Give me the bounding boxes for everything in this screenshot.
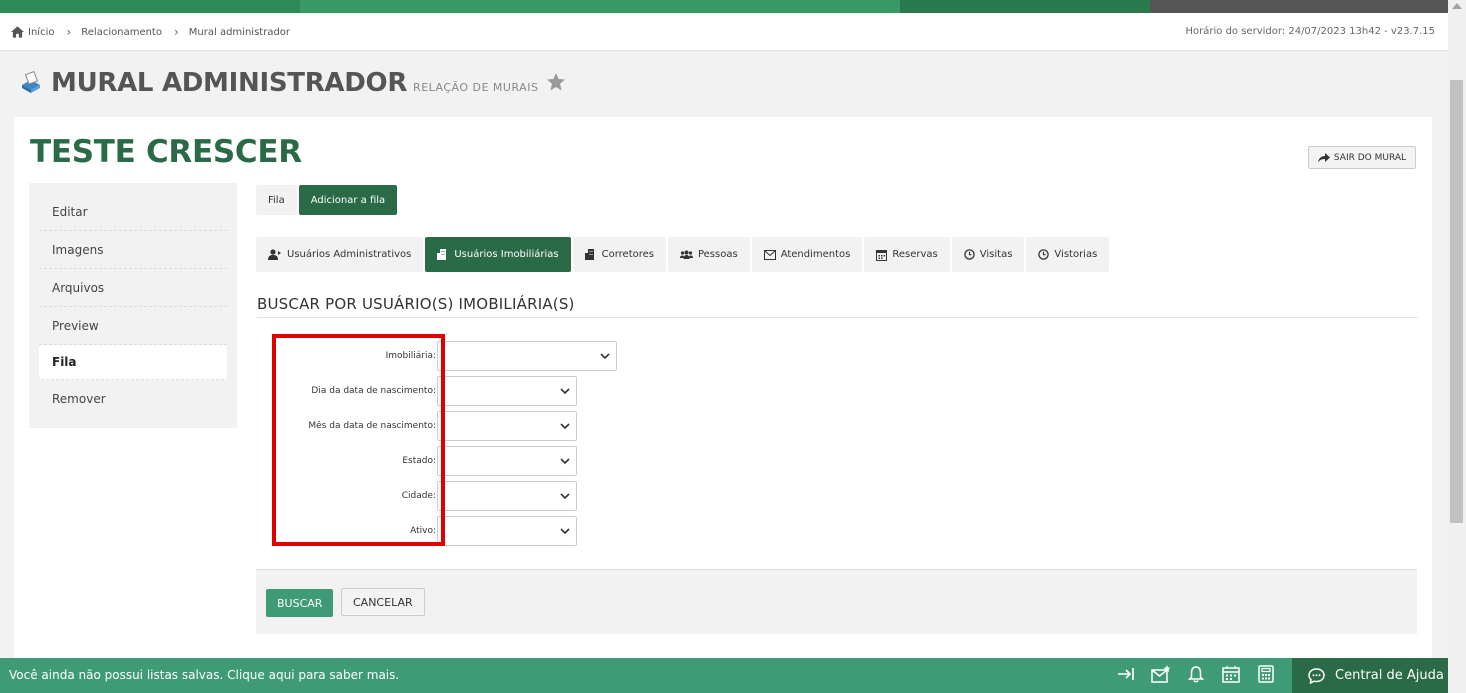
saved-lists-message[interactable]: Você ainda não possui listas salvas. Cli… [9,668,399,682]
queue-subtabs: Fila Adicionar a fila [256,185,399,215]
chevron-down-icon [560,493,570,500]
dia-nascimento-select[interactable] [437,376,577,406]
cidade-select[interactable] [437,481,577,511]
help-center-label: Central de Ajuda [1335,668,1444,683]
user-arrow-icon [268,249,281,260]
exit-mural-label: SAIR DO MURAL [1333,152,1406,163]
tab-label: Vistorias [1054,249,1098,260]
clock-icon [964,249,975,260]
mural-title: TESTE CRESCER [30,134,302,170]
tab-visitas[interactable]: Visitas [951,237,1025,272]
chevron-down-icon [560,423,570,430]
breadcrumb: Início › Relacionamento › Mural administ… [11,25,290,39]
mail-star-icon[interactable] [1143,665,1178,683]
tab-vistorias[interactable]: Vistorias [1026,237,1110,272]
collapse-right-icon[interactable] [1108,665,1143,683]
tab-label: Visitas [979,249,1013,260]
page-title: MURAL ADMINISTRADOR [51,68,408,98]
tab-reservas[interactable]: Reservas [864,237,950,272]
exit-mural-button[interactable]: SAIR DO MURAL [1307,146,1416,169]
group-icon [679,250,693,259]
sidenav-item-editar[interactable]: Editar [39,193,227,231]
sidenav-item-remover[interactable]: Remover [39,380,227,418]
mes-nascimento-select[interactable] [437,411,577,441]
breadcrumb-relacionamento[interactable]: Relacionamento [81,27,162,38]
building-icon [584,249,594,260]
tab-usuarios-administrativos[interactable]: Usuários Administrativos [256,237,424,272]
tab-label: Usuários Imobiliárias [454,249,559,260]
mural-card: TESTE CRESCER SAIR DO MURAL Editar Image… [14,117,1432,662]
tab-label: Corretores [601,249,654,260]
breadcrumb-home[interactable]: Início [28,27,54,38]
search-section-title: BUSCAR POR USUÁRIO(S) IMOBILIÁRIA(S) [257,295,575,313]
tab-label: Pessoas [697,249,738,260]
help-center-button[interactable]: Central de Ajuda [1292,658,1448,693]
calendar-icon[interactable] [1213,665,1248,683]
breadcrumb-bar: Início › Relacionamento › Mural administ… [0,13,1448,51]
sidenav-item-fila[interactable]: Fila [39,345,227,380]
side-navigation: Editar Imagens Arquivos Preview Fila Rem… [29,183,237,428]
bell-icon[interactable] [1178,665,1213,683]
breadcrumb-current: Mural administrador [188,26,291,38]
chevron-right-icon: › [173,25,179,39]
page-scrollbar[interactable] [1448,0,1466,693]
chevron-down-icon [560,388,570,395]
page-subtitle: RELAÇÃO DE MURAIS [413,80,539,94]
footer-bar: Você ainda não possui listas salvas. Cli… [0,658,1448,693]
sidenav-item-imagens[interactable]: Imagens [39,231,227,269]
star-icon[interactable] [546,72,566,92]
mural-icon [22,71,40,93]
tab-label: Reservas [892,249,938,260]
clock-icon [1038,249,1050,260]
tab-atendimentos[interactable]: Atendimentos [751,237,863,272]
scrollbar-thumb[interactable] [1450,80,1463,523]
footer-icons [1108,665,1283,683]
ativo-select[interactable] [437,516,577,546]
chevron-down-icon [560,458,570,465]
estado-select[interactable] [437,446,577,476]
page-header: MURAL ADMINISTRADOR RELAÇÃO DE MURAIS [19,68,566,98]
sidenav-item-arquivos[interactable]: Arquivos [39,269,227,307]
subtab-fila[interactable]: Fila [256,185,297,215]
share-arrow-icon [1317,152,1330,163]
envelope-icon [763,249,776,260]
tab-usuarios-imobiliarias[interactable]: Usuários Imobiliárias [425,237,571,272]
calendar-icon [876,249,888,261]
chevron-down-icon [600,353,610,360]
tab-label: Atendimentos [780,249,851,260]
audience-tabs: Usuários Administrativos Usuários Imobil… [256,237,1111,272]
highlight-annotation-box [272,334,445,546]
subtab-adicionar-a-fila[interactable]: Adicionar a fila [298,185,398,215]
top-banner [0,0,1448,13]
calculator-icon[interactable] [1248,665,1283,683]
chevron-down-icon [560,528,570,535]
tab-pessoas[interactable]: Pessoas [667,237,750,272]
form-actions: BUSCAR CANCELAR [256,569,1417,634]
building-icon [437,249,447,260]
scroll-up-arrow[interactable] [1452,3,1462,9]
tab-corretores[interactable]: Corretores [572,237,666,272]
chat-bubble-icon [1308,667,1325,684]
imobiliaria-select[interactable] [437,341,617,371]
section-divider [257,317,1418,318]
home-icon [11,26,24,38]
chevron-right-icon: › [66,25,72,39]
sidenav-item-preview[interactable]: Preview [39,307,227,345]
cancel-button[interactable]: CANCELAR [341,588,425,616]
server-time: Horário do servidor: 24/07/2023 13h42 - … [1185,26,1435,37]
tab-label: Usuários Administrativos [287,249,412,260]
search-button[interactable]: BUSCAR [266,589,334,617]
